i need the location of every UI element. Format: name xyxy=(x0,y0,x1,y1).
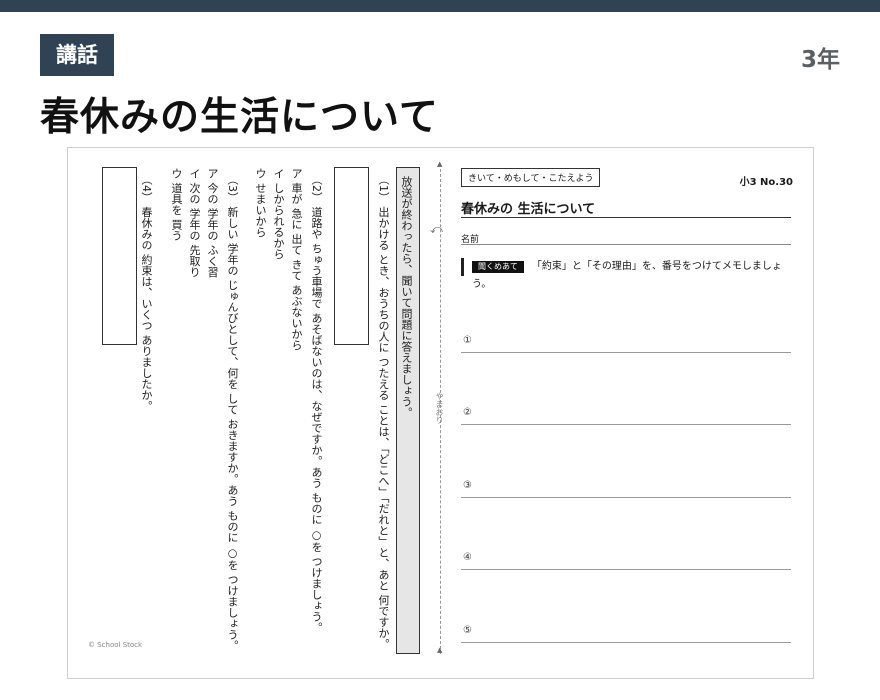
question-3: （3） 新しい 学年の じゅんびとして、何を して おきますか。あう ものに ○… xyxy=(226,174,239,651)
memo-panel: きいて・めもして・こたえよう 小3 No.30 春休みの 生活について 名前 聞… xyxy=(461,148,793,678)
q2-option-b: イ しかられるから xyxy=(272,168,285,260)
activity-label: きいて・めもして・こたえよう xyxy=(461,168,601,187)
answer-box-4[interactable] xyxy=(102,167,137,345)
memo-line-4[interactable] xyxy=(461,569,791,570)
grade-label: 3年 xyxy=(800,47,840,73)
fold-label: やまおり xyxy=(435,392,444,424)
worksheet: （1） 出かける とき、おうちの人に つたえる ことは、「どこへ」「だれと」と、… xyxy=(67,147,814,679)
memo-line-3[interactable] xyxy=(461,497,791,498)
question-2: （2） 道路や ちゅう車場で あそばないのは、なぜですか。あう ものに ○を つ… xyxy=(310,174,323,633)
memo-line-5[interactable] xyxy=(461,642,791,643)
title-rule xyxy=(461,217,791,218)
fold-arrow-icon: ⤺ xyxy=(430,222,443,236)
q3-option-a: ア 今の 学年の ふく習 xyxy=(206,168,219,278)
listen-goal-label: 聞くめあて xyxy=(472,261,524,273)
top-accent-bar xyxy=(0,0,880,12)
memo-line-2[interactable] xyxy=(461,424,791,425)
q2-option-c: ウ せまいから xyxy=(254,168,267,238)
listen-goal: 聞くめあて 「約束」と「その理由」を、番号をつけてメモしましょう。 xyxy=(461,258,793,290)
q3-option-b: イ 次の 学年の 先取り xyxy=(188,168,201,278)
memo-number-5: ⑤ xyxy=(463,625,472,636)
instruction-bar: 放送が終わったら、聞いて問題に答えましょう。 xyxy=(396,167,420,654)
memo-number-4: ④ xyxy=(463,552,472,563)
q3-option-c: ウ 道具を 買う xyxy=(170,168,183,241)
name-field[interactable] xyxy=(461,244,791,245)
q2-option-a: ア 車が 急に 出て きて あぶないから xyxy=(290,168,303,351)
question-1: （1） 出かける とき、おうちの人に つたえる ことは、「どこへ」「だれと」と、… xyxy=(377,174,390,650)
memo-number-1: ① xyxy=(463,335,472,346)
instruction-text: 放送が終わったら、聞いて問題に答えましょう。 xyxy=(400,176,413,418)
memo-line-1[interactable] xyxy=(461,352,791,353)
question-4: （4） 春休みの 約束は、いくつ ありましたか。 xyxy=(140,174,153,412)
sheet-title: 春休みの 生活について xyxy=(461,202,596,217)
memo-number-2: ② xyxy=(463,407,472,418)
arrow-down-icon: ▲ xyxy=(437,646,443,654)
category-tag: 講話 xyxy=(40,34,114,76)
page-title: 春休みの生活について xyxy=(40,95,439,140)
sheet-number: 小3 No.30 xyxy=(739,177,793,188)
copyright: © School Stock xyxy=(88,641,143,649)
answer-box-1[interactable] xyxy=(334,167,369,345)
arrow-up-icon: ▲ xyxy=(437,160,443,168)
memo-number-3: ③ xyxy=(463,480,472,491)
